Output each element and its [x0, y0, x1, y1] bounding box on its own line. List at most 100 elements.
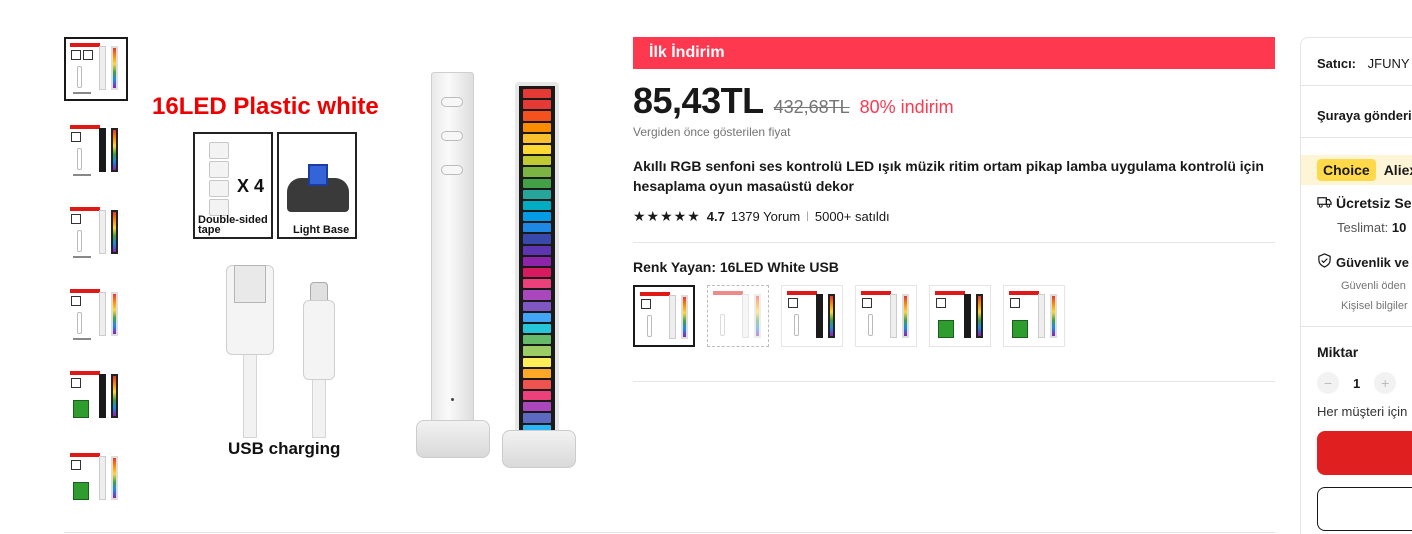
led-segment [523, 234, 551, 244]
variant-6[interactable] [1003, 285, 1065, 347]
base-accessory: Light Base [277, 132, 357, 239]
led-segment [523, 189, 551, 199]
led-segment [523, 379, 551, 390]
quantity-stepper: − 1 + [1301, 372, 1412, 394]
led-segment [523, 167, 551, 177]
quantity-title: Miktar [1317, 344, 1359, 360]
led-segment [523, 268, 551, 278]
security-line-2: Kişisel bilgiler [1341, 300, 1408, 312]
led-segment [523, 357, 551, 367]
rgb-stand [502, 430, 576, 468]
price-row: 85,43TL 432,68TL 80% indirim [633, 80, 1275, 122]
divider [1301, 85, 1412, 86]
seller-name-link[interactable]: JFUNY [1368, 56, 1410, 71]
thumbnail-2[interactable] [64, 119, 128, 183]
variant-16led-white-usb[interactable] [633, 285, 695, 347]
usb-caption: USB charging [228, 439, 341, 458]
thumbnail-3[interactable] [64, 201, 128, 265]
led-segment [523, 212, 551, 222]
main-product-image[interactable]: 16LED Plastic white X 4 Double-sided tap… [148, 60, 598, 480]
led-segment [523, 100, 551, 110]
white-stand [416, 420, 490, 458]
delivery-label: Teslimat: [1337, 220, 1389, 235]
color-label: Renk Yayan: 16LED White USB [633, 259, 839, 275]
divider [64, 532, 1275, 533]
usb-c-connector [303, 300, 335, 380]
led-segment [523, 290, 551, 300]
thumbnail-5[interactable] [64, 365, 128, 429]
choice-bar: Choice Aliex [1301, 155, 1412, 185]
security-row[interactable]: Güvenlik ve [1301, 253, 1412, 271]
base-label: Light Base [293, 224, 350, 236]
rating-value: 4.7 [706, 209, 725, 224]
tape-accessory: X 4 Double-sided tape [193, 132, 273, 239]
delivery-value: 10 [1391, 220, 1407, 235]
led-segment [523, 245, 551, 255]
led-segment [523, 391, 551, 401]
ship-to-selector[interactable]: Şuraya gönderi [1301, 108, 1412, 123]
review-count-link[interactable]: 1379 Yorum [731, 209, 800, 224]
original-price: 432,68TL [773, 97, 850, 117]
thumbnail-4[interactable] [64, 283, 128, 347]
tape-count: X 4 [237, 176, 265, 196]
led-segment [523, 223, 551, 233]
free-shipping-label: Ücretsiz Se [1336, 195, 1412, 211]
rgb-light-bar [515, 82, 559, 452]
thumbnail-list [64, 37, 130, 529]
choice-text: Aliex [1383, 162, 1412, 178]
divider [1301, 326, 1412, 327]
led-segment [523, 256, 551, 266]
divider [633, 381, 1275, 382]
product-title: Akıllı RGB senfoni ses kontrolü LED ışık… [633, 158, 1264, 194]
security-title: Güvenlik ve [1336, 254, 1409, 270]
variant-3[interactable] [781, 285, 843, 347]
decrease-quantity-button[interactable]: − [1317, 372, 1339, 394]
free-shipping-row: Ücretsiz Se [1301, 194, 1412, 212]
sold-count: 5000+ satıldı [814, 209, 890, 224]
led-segment [523, 346, 551, 356]
variant-5[interactable] [929, 285, 991, 347]
variant-2[interactable] [707, 285, 769, 347]
led-segment [523, 323, 551, 334]
led-segment [523, 178, 551, 188]
thumbnail-6[interactable] [64, 447, 128, 511]
led-segment [523, 368, 551, 378]
discount-percent: 80% indirim [859, 97, 954, 117]
promo-banner: İlk İndirim [633, 37, 1275, 69]
seller-row: Satıcı: JFUNY [1301, 56, 1412, 71]
led-segment [523, 402, 551, 412]
rating-stars-icon: ★★★★★ [633, 208, 701, 224]
tax-note: Vergiden önce gösterilen fiyat [633, 125, 791, 139]
led-segment [523, 156, 551, 166]
led-segment [523, 301, 551, 311]
color-variants [633, 285, 1275, 347]
divider [1301, 137, 1412, 138]
led-segment [523, 144, 551, 155]
separator: | [806, 211, 809, 222]
increase-quantity-button[interactable]: + [1374, 372, 1397, 394]
led-segment [523, 200, 551, 211]
led-segment [523, 133, 551, 143]
image-headline: 16LED Plastic white [152, 93, 379, 120]
variant-4[interactable] [855, 285, 917, 347]
led-segment [523, 279, 551, 289]
led-segment [523, 312, 551, 322]
white-light-bar [431, 72, 474, 442]
led-segment [523, 122, 551, 132]
seller-label: Satıcı: [1317, 56, 1357, 71]
buy-now-button[interactable] [1317, 431, 1412, 475]
led-segment [523, 111, 551, 121]
truck-icon [1317, 194, 1332, 212]
led-segment [523, 335, 551, 345]
led-segment [523, 89, 551, 99]
tape-label: Double-sided tape [198, 214, 268, 236]
shield-icon [1317, 253, 1332, 271]
choice-badge: Choice [1317, 159, 1376, 181]
quantity-value[interactable]: 1 [1353, 376, 1360, 391]
rating-row: ★★★★★ 4.7 1379 Yorum | 5000+ satıldı [633, 208, 1275, 225]
current-price: 85,43TL [633, 80, 764, 121]
purchase-panel: Satıcı: JFUNY Şuraya gönderi Choice Alie… [1300, 37, 1412, 534]
thumbnail-1[interactable] [64, 37, 128, 101]
add-to-cart-button[interactable] [1317, 487, 1412, 531]
product-info: İlk İndirim 85,43TL 432,68TL 80% indirim… [633, 37, 1275, 382]
